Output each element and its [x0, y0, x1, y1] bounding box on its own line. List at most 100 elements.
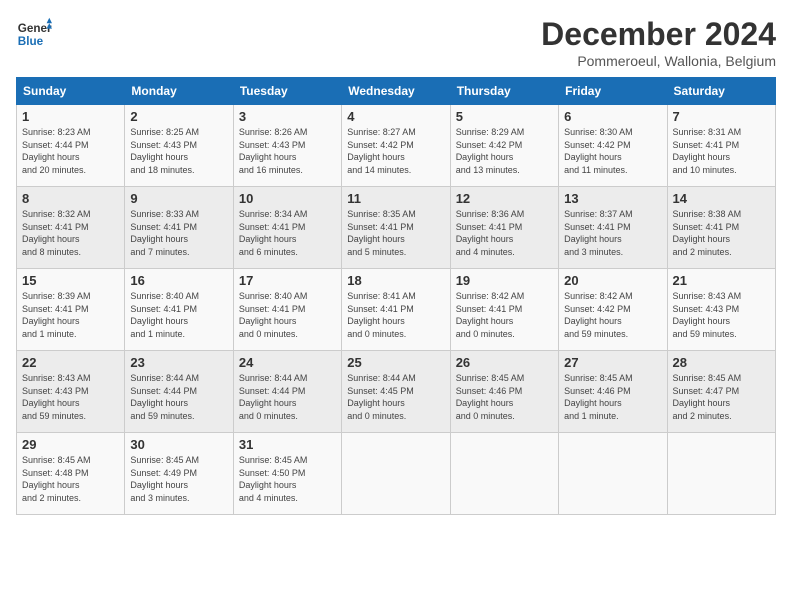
- logo: General Blue: [16, 16, 56, 52]
- calendar-cell: 19 Sunrise: 8:42 AMSunset: 4:41 PMDayligh…: [450, 269, 558, 351]
- cell-info: Sunrise: 8:45 AMSunset: 4:49 PMDaylight …: [130, 454, 227, 504]
- calendar-header-row: SundayMondayTuesdayWednesdayThursdayFrid…: [17, 78, 776, 105]
- calendar-cell: 2 Sunrise: 8:25 AMSunset: 4:43 PMDaylight…: [125, 105, 233, 187]
- svg-text:Blue: Blue: [18, 35, 44, 48]
- day-number: 9: [130, 191, 227, 206]
- logo-icon: General Blue: [16, 16, 52, 52]
- day-number: 30: [130, 437, 227, 452]
- cell-info: Sunrise: 8:38 AMSunset: 4:41 PMDaylight …: [673, 208, 770, 258]
- day-number: 6: [564, 109, 661, 124]
- header-wednesday: Wednesday: [342, 78, 450, 105]
- calendar-cell: 13 Sunrise: 8:37 AMSunset: 4:41 PMDayligh…: [559, 187, 667, 269]
- day-number: 18: [347, 273, 444, 288]
- cell-info: Sunrise: 8:45 AMSunset: 4:47 PMDaylight …: [673, 372, 770, 422]
- cell-info: Sunrise: 8:31 AMSunset: 4:41 PMDaylight …: [673, 126, 770, 176]
- cell-info: Sunrise: 8:41 AMSunset: 4:41 PMDaylight …: [347, 290, 444, 340]
- calendar-cell: [342, 433, 450, 515]
- calendar-cell: 7 Sunrise: 8:31 AMSunset: 4:41 PMDaylight…: [667, 105, 775, 187]
- calendar-cell: 30 Sunrise: 8:45 AMSunset: 4:49 PMDayligh…: [125, 433, 233, 515]
- page-header: General Blue December 2024 Pommeroeul, W…: [16, 16, 776, 69]
- day-number: 25: [347, 355, 444, 370]
- cell-info: Sunrise: 8:42 AMSunset: 4:42 PMDaylight …: [564, 290, 661, 340]
- calendar-cell: 6 Sunrise: 8:30 AMSunset: 4:42 PMDaylight…: [559, 105, 667, 187]
- cell-info: Sunrise: 8:39 AMSunset: 4:41 PMDaylight …: [22, 290, 119, 340]
- cell-info: Sunrise: 8:33 AMSunset: 4:41 PMDaylight …: [130, 208, 227, 258]
- calendar-cell: 12Sunrise: 8:36 AMSunset: 4:41 PMDayligh…: [450, 187, 558, 269]
- calendar-week-1: 1Sunrise: 8:23 AMSunset: 4:44 PMDaylight…: [17, 105, 776, 187]
- day-number: 15: [22, 273, 119, 288]
- day-number: 29: [22, 437, 119, 452]
- calendar-cell: 11 Sunrise: 8:35 AMSunset: 4:41 PMDayligh…: [342, 187, 450, 269]
- calendar-cell: 26Sunrise: 8:45 AMSunset: 4:46 PMDayligh…: [450, 351, 558, 433]
- cell-info: Sunrise: 8:40 AMSunset: 4:41 PMDaylight …: [239, 290, 336, 340]
- calendar-cell: 29 Sunrise: 8:45 AMSunset: 4:48 PMDayligh…: [17, 433, 125, 515]
- day-number: 13: [564, 191, 661, 206]
- cell-info: Sunrise: 8:45 AMSunset: 4:48 PMDaylight …: [22, 454, 119, 504]
- day-number: 23: [130, 355, 227, 370]
- svg-text:General: General: [18, 22, 52, 35]
- location-text: Pommeroeul, Wallonia, Belgium: [541, 53, 776, 69]
- day-number: 11: [347, 191, 444, 206]
- day-number: 10: [239, 191, 336, 206]
- calendar-cell: 16Sunrise: 8:40 AMSunset: 4:41 PMDayligh…: [125, 269, 233, 351]
- day-number: 5: [456, 109, 553, 124]
- cell-info: Sunrise: 8:42 AMSunset: 4:41 PMDaylight …: [456, 290, 553, 340]
- day-number: 1: [22, 109, 119, 124]
- calendar-cell: 10 Sunrise: 8:34 AMSunset: 4:41 PMDayligh…: [233, 187, 341, 269]
- calendar-cell: 27 Sunrise: 8:45 AMSunset: 4:46 PMDayligh…: [559, 351, 667, 433]
- cell-info: Sunrise: 8:30 AMSunset: 4:42 PMDaylight …: [564, 126, 661, 176]
- calendar-cell: 3Sunrise: 8:26 AMSunset: 4:43 PMDaylight…: [233, 105, 341, 187]
- calendar-table: SundayMondayTuesdayWednesdayThursdayFrid…: [16, 77, 776, 515]
- calendar-cell: 20 Sunrise: 8:42 AMSunset: 4:42 PMDayligh…: [559, 269, 667, 351]
- cell-info: Sunrise: 8:37 AMSunset: 4:41 PMDaylight …: [564, 208, 661, 258]
- calendar-cell: 4 Sunrise: 8:27 AMSunset: 4:42 PMDaylight…: [342, 105, 450, 187]
- cell-info: Sunrise: 8:44 AMSunset: 4:45 PMDaylight …: [347, 372, 444, 422]
- cell-info: Sunrise: 8:26 AMSunset: 4:43 PMDaylight …: [239, 126, 336, 176]
- cell-info: Sunrise: 8:36 AMSunset: 4:41 PMDaylight …: [456, 208, 553, 258]
- cell-info: Sunrise: 8:45 AMSunset: 4:50 PMDaylight …: [239, 454, 336, 504]
- calendar-cell: 9 Sunrise: 8:33 AMSunset: 4:41 PMDaylight…: [125, 187, 233, 269]
- month-title: December 2024: [541, 16, 776, 53]
- cell-info: Sunrise: 8:45 AMSunset: 4:46 PMDaylight …: [564, 372, 661, 422]
- day-number: 16: [130, 273, 227, 288]
- header-saturday: Saturday: [667, 78, 775, 105]
- day-number: 17: [239, 273, 336, 288]
- day-number: 22: [22, 355, 119, 370]
- cell-info: Sunrise: 8:32 AMSunset: 4:41 PMDaylight …: [22, 208, 119, 258]
- day-number: 24: [239, 355, 336, 370]
- calendar-cell: 23 Sunrise: 8:44 AMSunset: 4:44 PMDayligh…: [125, 351, 233, 433]
- calendar-cell: 15 Sunrise: 8:39 AMSunset: 4:41 PMDayligh…: [17, 269, 125, 351]
- day-number: 4: [347, 109, 444, 124]
- cell-info: Sunrise: 8:35 AMSunset: 4:41 PMDaylight …: [347, 208, 444, 258]
- day-number: 31: [239, 437, 336, 452]
- day-number: 7: [673, 109, 770, 124]
- cell-info: Sunrise: 8:29 AMSunset: 4:42 PMDaylight …: [456, 126, 553, 176]
- day-number: 14: [673, 191, 770, 206]
- calendar-cell: 25 Sunrise: 8:44 AMSunset: 4:45 PMDayligh…: [342, 351, 450, 433]
- cell-info: Sunrise: 8:25 AMSunset: 4:43 PMDaylight …: [130, 126, 227, 176]
- day-number: 8: [22, 191, 119, 206]
- day-number: 21: [673, 273, 770, 288]
- day-number: 2: [130, 109, 227, 124]
- calendar-cell: 8 Sunrise: 8:32 AMSunset: 4:41 PMDaylight…: [17, 187, 125, 269]
- day-number: 27: [564, 355, 661, 370]
- cell-info: Sunrise: 8:43 AMSunset: 4:43 PMDaylight …: [22, 372, 119, 422]
- header-friday: Friday: [559, 78, 667, 105]
- day-number: 28: [673, 355, 770, 370]
- calendar-week-5: 29 Sunrise: 8:45 AMSunset: 4:48 PMDayligh…: [17, 433, 776, 515]
- day-number: 20: [564, 273, 661, 288]
- calendar-week-2: 8 Sunrise: 8:32 AMSunset: 4:41 PMDaylight…: [17, 187, 776, 269]
- cell-info: Sunrise: 8:43 AMSunset: 4:43 PMDaylight …: [673, 290, 770, 340]
- title-block: December 2024 Pommeroeul, Wallonia, Belg…: [541, 16, 776, 69]
- calendar-cell: 28 Sunrise: 8:45 AMSunset: 4:47 PMDayligh…: [667, 351, 775, 433]
- calendar-cell: 21 Sunrise: 8:43 AMSunset: 4:43 PMDayligh…: [667, 269, 775, 351]
- day-number: 19: [456, 273, 553, 288]
- cell-info: Sunrise: 8:34 AMSunset: 4:41 PMDaylight …: [239, 208, 336, 258]
- calendar-cell: [667, 433, 775, 515]
- calendar-cell: 18 Sunrise: 8:41 AMSunset: 4:41 PMDayligh…: [342, 269, 450, 351]
- calendar-cell: 31 Sunrise: 8:45 AMSunset: 4:50 PMDayligh…: [233, 433, 341, 515]
- cell-info: Sunrise: 8:27 AMSunset: 4:42 PMDaylight …: [347, 126, 444, 176]
- cell-info: Sunrise: 8:44 AMSunset: 4:44 PMDaylight …: [130, 372, 227, 422]
- header-monday: Monday: [125, 78, 233, 105]
- calendar-cell: 24Sunrise: 8:44 AMSunset: 4:44 PMDayligh…: [233, 351, 341, 433]
